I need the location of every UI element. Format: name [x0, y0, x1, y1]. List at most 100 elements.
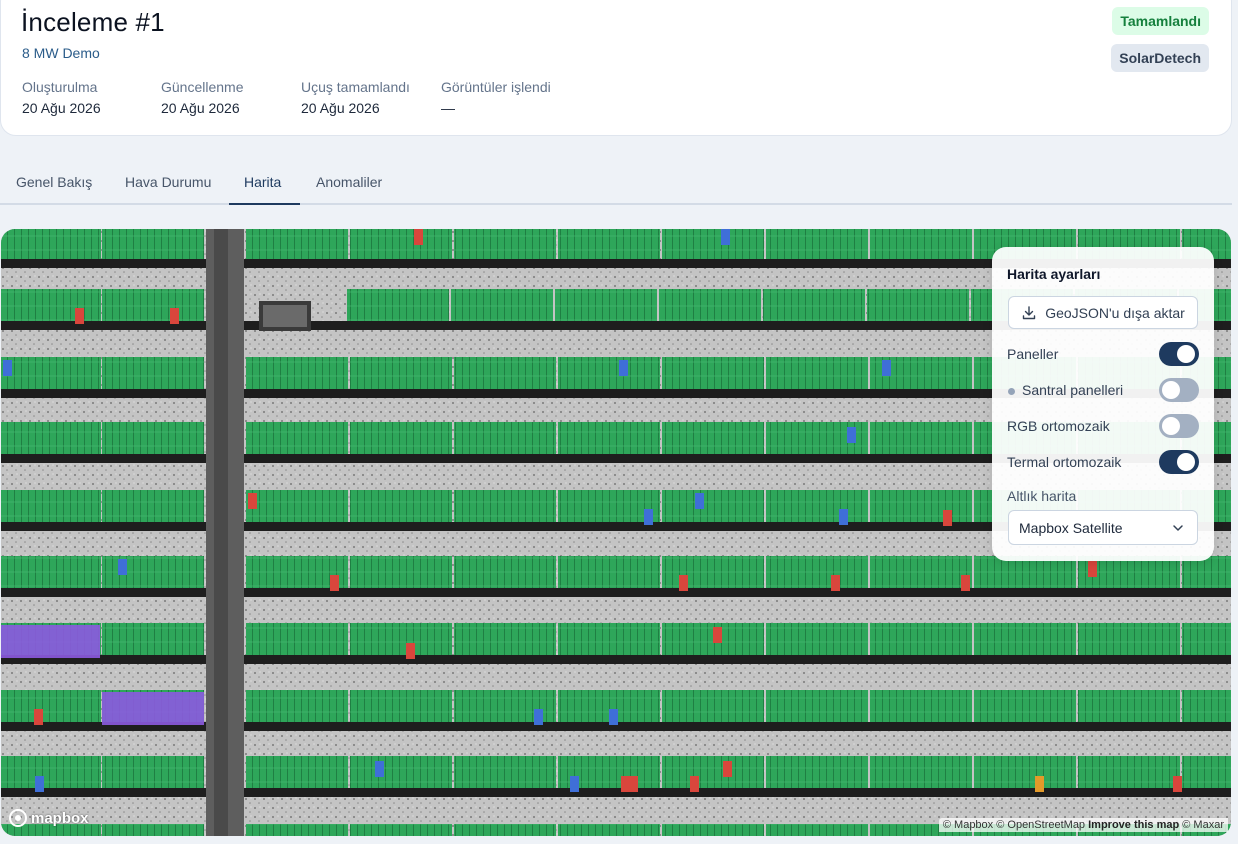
meta-value: — — [441, 100, 455, 116]
basemap-label: Altlık harita — [1007, 488, 1077, 504]
anomaly-marker-blue — [35, 776, 44, 792]
attribution-improve-link[interactable]: Improve this map — [1088, 819, 1179, 831]
project-subtitle: 8 MW Demo — [22, 45, 100, 61]
panel-block — [766, 490, 868, 522]
row-shadow — [1, 588, 1231, 597]
anomaly-marker-blue — [375, 761, 384, 777]
panel-block — [1, 556, 101, 588]
map-settings-title: Harita ayarları — [1007, 266, 1101, 282]
panel-block — [454, 490, 556, 522]
toggle-knob — [1177, 345, 1195, 363]
panel-block — [766, 623, 868, 655]
toggle-knob — [1177, 453, 1195, 471]
panel-block — [454, 357, 556, 389]
panel-block — [558, 357, 660, 389]
panel-block — [246, 756, 348, 788]
panel-block — [662, 690, 764, 722]
basemap-select[interactable]: Mapbox Satellite — [1008, 510, 1198, 545]
panel-block — [558, 556, 660, 588]
attribution-osm-link[interactable]: © OpenStreetMap — [996, 819, 1085, 831]
panel-block — [102, 357, 204, 389]
panel-block — [350, 556, 452, 588]
map-attribution: © Mapbox © OpenStreetMap Improve this ma… — [938, 818, 1228, 832]
tab-bar: Genel Bakış Hava Durumu Harita Anomalile… — [0, 162, 1232, 205]
panel-block — [766, 556, 868, 588]
panel-block — [870, 490, 972, 522]
panel-block — [246, 490, 348, 522]
meta-value: 20 Ağu 2026 — [301, 100, 380, 116]
anomaly-marker-blue — [847, 427, 856, 443]
mapbox-logo[interactable]: mapbox — [9, 809, 89, 827]
panel-block — [766, 229, 868, 259]
panel-block — [662, 756, 764, 788]
anomaly-marker-blue — [882, 360, 891, 376]
anomaly-marker-blue — [644, 509, 653, 525]
meta-images-processed: Görüntüler işlendi — — [441, 79, 551, 116]
panel-block — [350, 357, 452, 389]
export-geojson-button[interactable]: GeoJSON'u dışa aktar — [1008, 296, 1198, 329]
panels-toggle[interactable] — [1159, 342, 1199, 366]
anomaly-marker-red — [629, 776, 638, 792]
panel-block — [662, 357, 764, 389]
anomaly-marker-red — [961, 575, 970, 591]
panel-block — [1078, 690, 1180, 722]
panel-block — [1078, 623, 1180, 655]
panel-block — [974, 623, 1076, 655]
panel-block — [766, 357, 868, 389]
panel-block — [246, 623, 348, 655]
panel-block — [102, 556, 204, 588]
panel-block — [662, 490, 764, 522]
tab-anomalies[interactable]: Anomaliler — [316, 174, 382, 190]
panel-block — [766, 690, 868, 722]
mapbox-logo-text: mapbox — [31, 809, 89, 827]
panel-block — [870, 690, 972, 722]
panel-block — [102, 289, 204, 321]
anomaly-marker-blue — [839, 509, 848, 525]
chevron-down-icon — [1173, 525, 1183, 531]
tab-weather[interactable]: Hava Durumu — [125, 174, 211, 190]
panel-block — [555, 289, 657, 321]
plant-panels-toggle[interactable] — [1159, 378, 1199, 402]
export-geojson-label: GeoJSON'u dışa aktar — [1045, 304, 1185, 321]
meta-flight-completed: Uçuş tamamlandı 20 Ağu 2026 — [301, 79, 410, 116]
download-icon — [1022, 305, 1036, 319]
anomaly-marker-red — [34, 709, 43, 725]
panel-block — [1, 357, 101, 389]
anomaly-marker-blue — [695, 493, 704, 509]
panel-block — [870, 756, 972, 788]
layer-row-thermal-orthomosaic: Termal ortomozaik — [1007, 449, 1199, 475]
panel-block — [1, 422, 101, 454]
meta-created: Oluşturulma 20 Ağu 2026 — [22, 79, 101, 116]
thermal-orthomosaic-toggle[interactable] — [1159, 450, 1199, 474]
building-roof — [263, 305, 307, 327]
anomaly-marker-red — [679, 575, 688, 591]
panel-block — [454, 756, 556, 788]
anomaly-marker-red — [248, 493, 257, 509]
panel-block — [246, 824, 348, 836]
attribution-maxar-link[interactable]: © Maxar — [1182, 819, 1224, 831]
attribution-mapbox-link[interactable]: © Mapbox — [943, 819, 993, 831]
tab-overview[interactable]: Genel Bakış — [16, 174, 92, 190]
anomaly-zone-purple — [1, 625, 100, 658]
panel-block — [246, 422, 348, 454]
panel-block — [558, 824, 660, 836]
anomaly-marker-blue — [721, 229, 730, 245]
anomaly-marker-red — [713, 627, 722, 643]
panel-block — [347, 289, 449, 321]
meta-label: Görüntüler işlendi — [441, 79, 551, 95]
panel-block — [1, 690, 101, 722]
panel-block — [246, 229, 348, 259]
tab-map[interactable]: Harita — [244, 174, 281, 190]
layer-row-rgb-orthomosaic: RGB ortomozaik — [1007, 413, 1199, 439]
anomaly-marker-red — [1088, 561, 1097, 577]
bullet-dot-icon — [1008, 388, 1015, 395]
active-tab-indicator — [229, 203, 300, 205]
map-settings-panel: Harita ayarları GeoJSON'u dışa aktar Pan… — [992, 247, 1214, 561]
anomaly-marker-red — [621, 776, 630, 792]
rgb-orthomosaic-toggle[interactable] — [1159, 414, 1199, 438]
anomaly-marker-blue — [570, 776, 579, 792]
panel-block — [867, 289, 969, 321]
panel-block — [454, 422, 556, 454]
panel-block — [1182, 756, 1231, 788]
panel-block — [766, 756, 868, 788]
